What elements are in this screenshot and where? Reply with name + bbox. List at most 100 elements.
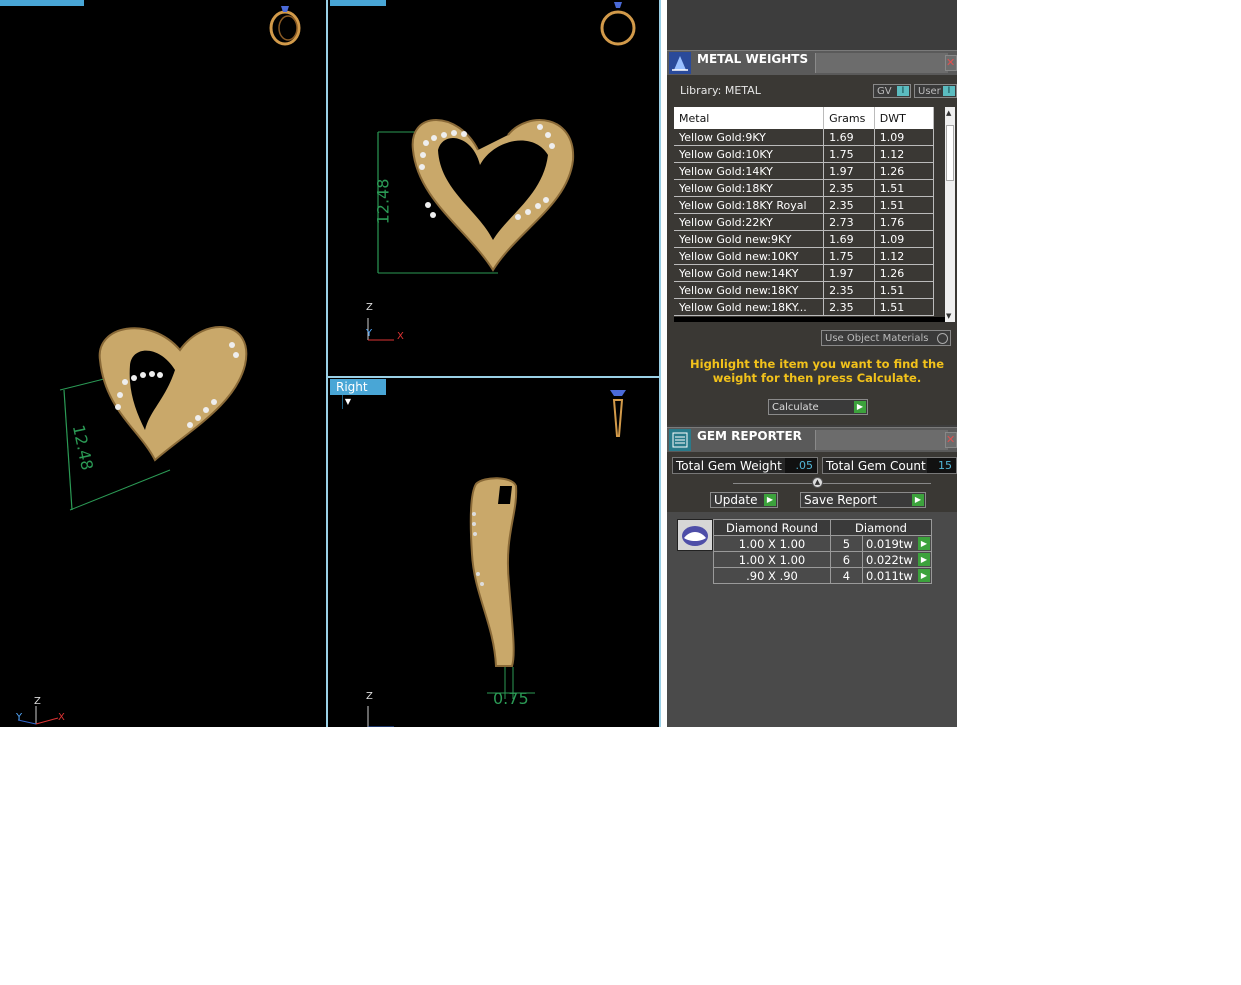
gv-toggle[interactable]: GV I bbox=[873, 84, 911, 98]
play-icon[interactable]: ▶ bbox=[918, 553, 930, 566]
dimension-label-right: 0.75 bbox=[493, 689, 529, 708]
gem-material-header: Diamond bbox=[830, 519, 932, 536]
save-report-label: Save Report bbox=[804, 493, 878, 507]
metal-cell-metal: Yellow Gold:14KY bbox=[674, 162, 825, 180]
gem-count-cell: 4 bbox=[830, 567, 863, 584]
column-header-grams[interactable]: Grams bbox=[823, 107, 875, 129]
play-icon[interactable]: ▶ bbox=[918, 537, 930, 550]
gem-weight-value: 0.011tw bbox=[865, 568, 913, 583]
table-row[interactable]: Yellow Gold:22KY 2.73 1.76 bbox=[674, 213, 935, 231]
axis-z-label: Z bbox=[366, 302, 373, 313]
play-icon: ▶ bbox=[912, 494, 924, 506]
table-row[interactable]: Yellow Gold new:14KY 1.97 1.26 bbox=[674, 264, 935, 282]
properties-panel: METAL WEIGHTS ✕ Library: METAL GV I User I… bbox=[667, 0, 957, 727]
front-viewport-tab[interactable] bbox=[330, 0, 386, 6]
column-header-dwt[interactable]: DWT bbox=[874, 107, 935, 129]
calculate-label: Calculate bbox=[772, 402, 819, 413]
front-viewport[interactable]: 12.48 Z X Y bbox=[328, 0, 659, 376]
gem-weight-cell[interactable]: 0.019tw ▶ bbox=[861, 535, 933, 552]
gem-weight-cell[interactable]: 0.011tw ▶ bbox=[861, 567, 933, 584]
table-row[interactable]: Yellow Gold new:18KY... 2.35 1.51 bbox=[674, 298, 935, 316]
gem-count-cell: 5 bbox=[830, 535, 863, 552]
calculate-button[interactable]: Calculate ▶ bbox=[768, 399, 868, 415]
metal-cell-grams: 2.35 bbox=[823, 179, 875, 197]
viewport-right-edge bbox=[659, 0, 661, 727]
right-viewport[interactable]: Right▼ 0.75 Z bbox=[328, 378, 659, 727]
table-row[interactable]: Yellow Gold:9KY 1.69 1.09 bbox=[674, 129, 935, 146]
table-row[interactable]: Yellow Gold:18KY Royal 2.35 1.51 bbox=[674, 196, 935, 214]
table-row[interactable]: Yellow Gold new:10KY 1.75 1.12 bbox=[674, 247, 935, 265]
gem-slider-track[interactable] bbox=[733, 483, 931, 484]
scroll-up-icon[interactable]: ▲ bbox=[946, 109, 951, 117]
metal-cell-grams: 2.35 bbox=[823, 281, 875, 299]
play-icon[interactable]: ▶ bbox=[918, 569, 930, 582]
right-viewport-tab-label: Right bbox=[336, 380, 368, 394]
gem-reporter-header[interactable]: GEM REPORTER ✕ bbox=[667, 427, 957, 453]
gem-reporter-title: GEM REPORTER bbox=[697, 429, 802, 443]
table-row[interactable]: 1.00 X 1.00 5 0.019tw ▶ bbox=[713, 535, 933, 552]
pendant-preview-icon bbox=[610, 390, 626, 437]
metal-cell-metal: Yellow Gold new:18KY... bbox=[674, 298, 825, 316]
update-button[interactable]: Update ▶ bbox=[710, 492, 778, 508]
gem-weight-cell[interactable]: 0.022tw ▶ bbox=[861, 551, 933, 568]
gem-size-cell: .90 X .90 bbox=[713, 567, 831, 584]
metal-weights-header[interactable]: METAL WEIGHTS ✕ bbox=[667, 50, 957, 76]
metal-weights-title: METAL WEIGHTS bbox=[697, 52, 809, 66]
metal-cell-dwt: 1.09 bbox=[874, 230, 935, 248]
scroll-thumb[interactable] bbox=[946, 125, 954, 181]
heart-pendant-side bbox=[469, 477, 518, 667]
toggle-switch-icon: I bbox=[897, 86, 909, 96]
gem-weight-value: 0.019tw bbox=[865, 536, 913, 551]
metal-weights-scrollbar[interactable]: ▲ ▼ bbox=[945, 107, 955, 322]
heart-pendant-front bbox=[377, 119, 575, 274]
gem-reporter-header-fill bbox=[815, 430, 948, 450]
metal-cell-dwt: 1.12 bbox=[874, 145, 935, 163]
diamond-round-thumbnail[interactable] bbox=[677, 519, 713, 551]
right-viewport-tab[interactable]: Right▼ bbox=[330, 379, 386, 409]
user-toggle[interactable]: User I bbox=[914, 84, 957, 98]
gem-weight-value: 0.022tw bbox=[865, 552, 913, 567]
use-object-materials-label: Use Object Materials bbox=[825, 333, 929, 344]
metal-weights-hint: Highlight the item you want to find the … bbox=[690, 357, 944, 385]
scroll-down-icon[interactable]: ▼ bbox=[946, 312, 951, 320]
metal-cell-dwt: 1.51 bbox=[874, 196, 935, 214]
metal-cell-dwt: 1.12 bbox=[874, 247, 935, 265]
panel-top-blank bbox=[667, 0, 957, 50]
dimension-label-front: 12.48 bbox=[373, 178, 393, 225]
axis-y-label: Y bbox=[366, 328, 373, 339]
use-object-materials-toggle[interactable]: Use Object Materials bbox=[821, 330, 951, 346]
total-gem-weight-value: .05 bbox=[785, 458, 817, 473]
metal-cell-grams: 2.35 bbox=[823, 298, 875, 316]
table-row[interactable]: Yellow Gold:18KY 2.35 1.51 bbox=[674, 179, 935, 197]
table-row[interactable]: 1.00 X 1.00 6 0.022tw ▶ bbox=[713, 551, 933, 568]
gem-slider-handle[interactable]: ▲ bbox=[812, 477, 823, 488]
metal-cell-metal: Yellow Gold:18KY Royal bbox=[674, 196, 825, 214]
table-row[interactable]: Yellow Gold new:18KY 2.35 1.51 bbox=[674, 281, 935, 299]
metal-weights-rows: Yellow Gold:9KY 1.69 1.09 Yellow Gold:10KY 1… bbox=[674, 129, 935, 316]
perspective-viewport-tab[interactable] bbox=[0, 0, 84, 6]
table-row[interactable]: Yellow Gold new:9KY 1.69 1.09 bbox=[674, 230, 935, 248]
metal-cell-grams: 1.97 bbox=[823, 264, 875, 282]
metal-cell-dwt: 1.51 bbox=[874, 179, 935, 197]
table-row[interactable]: Yellow Gold:14KY 1.97 1.26 bbox=[674, 162, 935, 180]
table-row[interactable]: Yellow Gold:10KY 1.75 1.12 bbox=[674, 145, 935, 163]
toggle-switch-icon: I bbox=[943, 86, 955, 96]
table-row[interactable]: .90 X .90 4 0.011tw ▶ bbox=[713, 567, 933, 584]
total-gem-count-value: 15 bbox=[927, 458, 956, 473]
chevron-down-icon[interactable]: ▼ bbox=[342, 395, 353, 409]
heart-pendant-perspective bbox=[59, 326, 248, 511]
metal-weights-header-fill bbox=[815, 53, 948, 73]
user-toggle-label: User bbox=[918, 86, 941, 97]
play-icon: ▶ bbox=[764, 494, 776, 506]
total-gem-count-label: Total Gem Count bbox=[826, 459, 926, 473]
close-icon[interactable]: ✕ bbox=[945, 432, 957, 448]
metal-cell-metal: Yellow Gold:18KY bbox=[674, 179, 825, 197]
save-report-button[interactable]: Save Report ▶ bbox=[800, 492, 926, 508]
axis-gizmo-perspective bbox=[17, 706, 59, 725]
metal-cell-dwt: 1.51 bbox=[874, 281, 935, 299]
metal-cell-dwt: 1.09 bbox=[874, 129, 935, 146]
column-header-metal[interactable]: Metal bbox=[674, 107, 825, 129]
perspective-viewport[interactable]: 12.48 Z X Y bbox=[0, 0, 326, 727]
close-icon[interactable]: ✕ bbox=[945, 55, 957, 71]
table-header-row: Metal Grams DWT bbox=[674, 107, 935, 129]
